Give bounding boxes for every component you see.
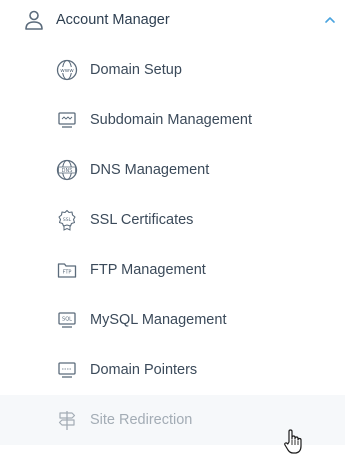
svg-text:SQL: SQL	[62, 317, 72, 323]
dns-globe-icon: DNS	[56, 159, 78, 181]
sql-monitor-icon: SQL	[56, 309, 78, 331]
menu-item-label: SSL Certificates	[90, 212, 194, 228]
menu-item-label: Domain Setup	[90, 62, 182, 78]
svg-text:SSL: SSL	[63, 217, 72, 223]
menu-item-subdomain-management[interactable]: Subdomain Management	[0, 95, 345, 145]
menu-item-label: FTP Management	[90, 262, 206, 278]
menu-item-domain-setup[interactable]: www Domain Setup	[0, 45, 345, 95]
account-manager-title: Account Manager	[56, 12, 170, 28]
ssl-badge-icon: SSL	[56, 209, 78, 231]
menu-item-label: Domain Pointers	[90, 362, 198, 378]
menu-item-label: Subdomain Management	[90, 112, 253, 128]
menu-item-dns-management[interactable]: DNS DNS Management	[0, 145, 345, 195]
www-globe-icon: www	[56, 59, 78, 81]
menu-item-ftp-management[interactable]: FTP FTP Management	[0, 245, 345, 295]
hand-pointer-icon	[282, 428, 306, 456]
svg-text:DNS: DNS	[62, 168, 73, 174]
svg-text:www: www	[60, 68, 74, 74]
menu-item-label: DNS Management	[90, 162, 210, 178]
signpost-icon	[56, 409, 78, 431]
menu-item-mysql-management[interactable]: SQL MySQL Management	[0, 295, 345, 345]
monitor-icon	[56, 109, 78, 131]
user-icon	[23, 9, 45, 31]
menu-item-label: Site Redirection	[90, 412, 193, 428]
menu-item-domain-pointers[interactable]: Domain Pointers	[0, 345, 345, 395]
menu-item-label: MySQL Management	[90, 312, 227, 328]
pointer-monitor-icon	[56, 359, 78, 381]
svg-text:FTP: FTP	[63, 270, 72, 276]
ftp-folder-icon: FTP	[56, 259, 78, 281]
chevron-up-icon[interactable]	[323, 14, 337, 26]
menu-item-ssl-certificates[interactable]: SSL SSL Certificates	[0, 195, 345, 245]
account-manager-header[interactable]: Account Manager	[0, 0, 345, 40]
